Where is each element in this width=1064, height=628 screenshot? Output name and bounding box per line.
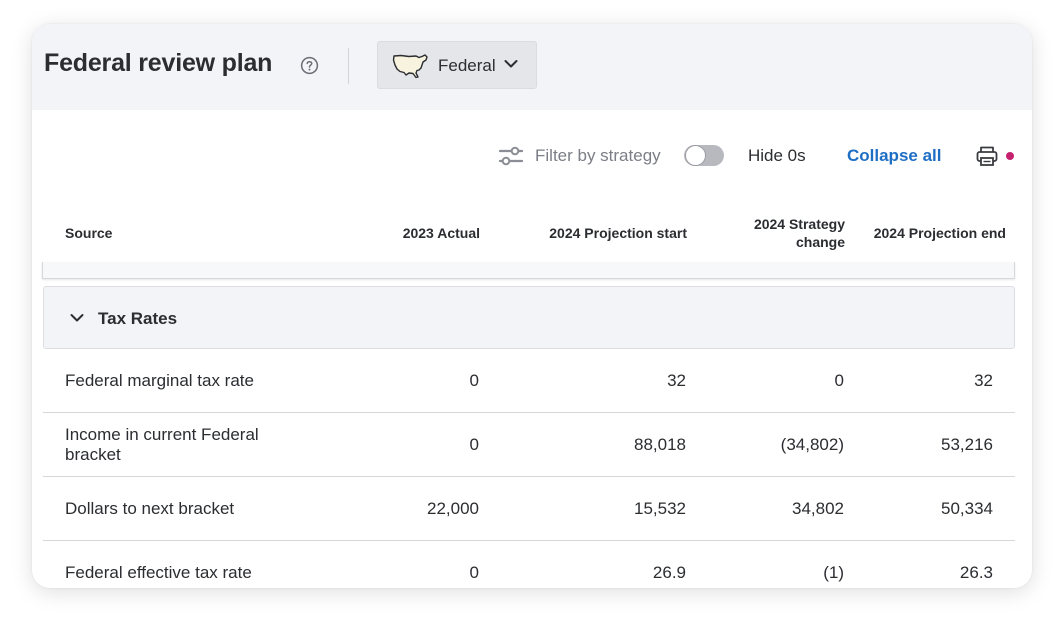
cell-2024-projection-end: 26.3 [959,563,993,582]
notification-dot [1006,152,1014,160]
jurisdiction-label: Federal [438,56,496,75]
help-icon[interactable] [300,56,319,75]
page-header: Federal review plan Federal [32,24,1032,110]
cell-source: Federal effective tax rate [65,563,252,582]
toggle-knob [685,145,706,166]
cell-2024-projection-start: 32 [667,371,686,390]
table-row: Income in current Federal bracket 0 88,0… [43,413,1015,477]
cell-2024-projection-start: 15,532 [634,499,686,518]
cell-2024-strategy-change: 34,802 [792,499,844,518]
hide-zeros-toggle[interactable] [684,145,724,166]
column-header-2023-actual[interactable]: 2023 Actual [332,224,480,242]
cell-2024-projection-end: 53,216 [941,435,993,454]
group-row-tax-rates[interactable]: Tax Rates [43,286,1015,349]
table-toolbar: Filter by strategy Hide 0s Collapse all [32,134,1032,178]
cell-2023-actual: 22,000 [427,499,479,518]
cell-source: Income in current Federal bracket [65,425,259,464]
collapse-all-link[interactable]: Collapse all [847,146,941,166]
cell-2024-strategy-change: (1) [823,563,844,582]
us-map-icon [392,54,428,79]
table-header-separator [42,262,1015,279]
column-header-2024-projection-start[interactable]: 2024 Projection start [512,224,687,242]
review-plan-card: Federal review plan Federal Filter by st… [32,24,1032,588]
cell-2024-projection-start: 26.9 [652,563,686,582]
cell-2024-strategy-change: (34,802) [780,435,844,454]
cell-2024-strategy-change: 0 [834,371,844,390]
cell-source: Federal marginal tax rate [65,371,254,390]
cell-source: Dollars to next bracket [65,499,235,518]
group-label: Tax Rates [98,309,178,328]
column-header-source[interactable]: Source [65,224,112,242]
hide-zeros-label: Hide 0s [748,146,806,165]
chevron-down-icon [504,60,518,68]
filter-by-strategy-label[interactable]: Filter by strategy [535,146,661,166]
chevron-down-icon [70,314,84,322]
page-title: Federal review plan [44,49,273,77]
table-row: Dollars to next bracket 22,000 15,532 34… [43,477,1015,541]
header-divider [348,48,349,84]
jurisdiction-dropdown[interactable]: Federal [377,41,537,89]
cell-2023-actual: 0 [469,435,479,454]
printer-icon[interactable] [975,144,999,168]
cell-2024-projection-end: 32 [974,371,993,390]
cell-2023-actual: 0 [469,563,479,582]
column-header-2024-strategy-change[interactable]: 2024 Strategy change [712,215,845,251]
cell-2023-actual: 0 [469,371,479,390]
cell-2024-projection-start: 88,018 [634,435,686,454]
table-row: Federal marginal tax rate 0 32 0 32 [43,349,1015,413]
filter-sliders-icon[interactable] [498,145,524,167]
column-header-2024-projection-end[interactable]: 2024 Projection end [852,224,1006,242]
table-row: Federal effective tax rate 0 26.9 (1) 26… [43,541,1015,588]
cell-2024-projection-end: 50,334 [941,499,993,518]
